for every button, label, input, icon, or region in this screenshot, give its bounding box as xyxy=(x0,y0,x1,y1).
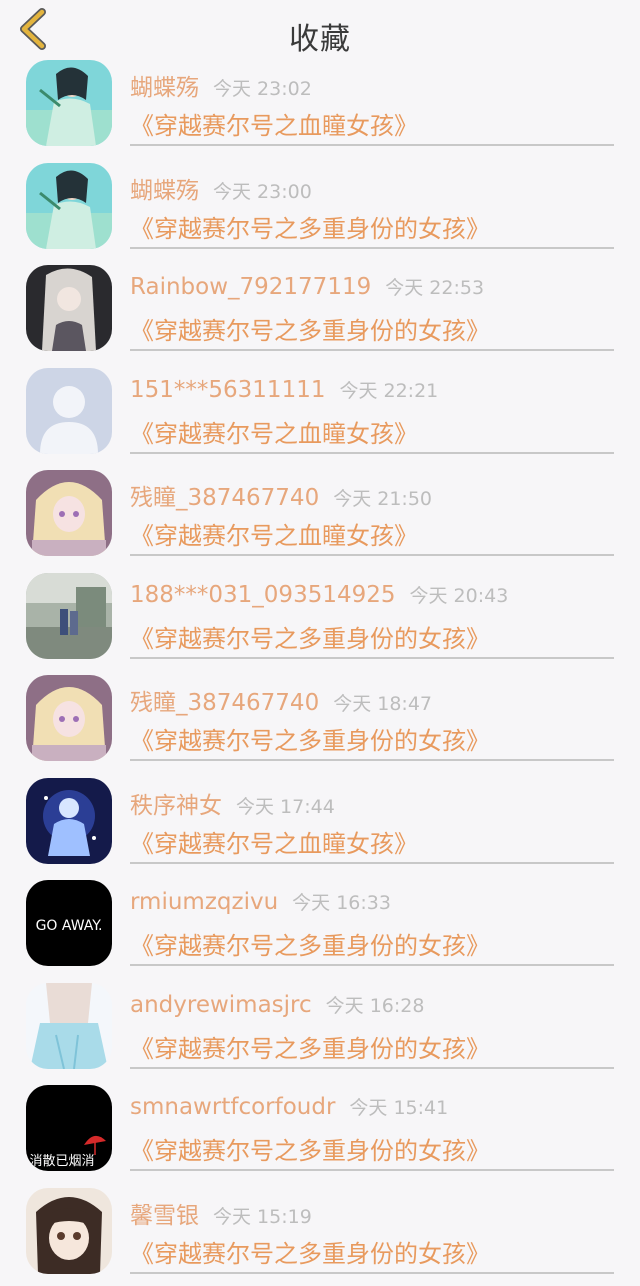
timestamp: 今天 17:44 xyxy=(236,796,335,818)
meta-row: Rainbow_792177119 今天 22:53 xyxy=(130,273,484,300)
avatar[interactable]: GO AWAY. xyxy=(26,880,112,966)
timestamp: 今天 16:28 xyxy=(326,995,425,1017)
user-name[interactable]: 残瞳_387467740 xyxy=(130,690,319,716)
divider xyxy=(130,452,614,454)
list-item[interactable]: 151***56311111 今天 22:21 《穿越赛尔号之血瞳女孩》 xyxy=(0,364,640,467)
list-item[interactable]: 188***031_093514925 今天 20:43 《穿越赛尔号之多重身份的… xyxy=(0,569,640,672)
page-title: 收藏 xyxy=(0,14,640,58)
meta-row: andyrewimasjrc 今天 16:28 xyxy=(130,991,424,1018)
avatar-text: GO AWAY. xyxy=(36,918,103,934)
favorites-list: 蝴蝶殇今天 23:02 《穿越赛尔号之血瞳女孩》 蝴蝶殇今天 23:00 《穿越… xyxy=(0,56,640,1286)
avatar[interactable] xyxy=(26,470,112,556)
divider xyxy=(130,349,614,351)
divider xyxy=(130,1169,614,1171)
user-name[interactable]: 151***56311111 xyxy=(130,377,325,403)
list-item[interactable]: 秩序神女今天 17:44 《穿越赛尔号之血瞳女孩》 xyxy=(0,774,640,877)
book-title[interactable]: 《穿越赛尔号之多重身份的女孩》 xyxy=(130,311,490,346)
timestamp: 今天 22:21 xyxy=(339,380,438,402)
avatar[interactable] xyxy=(26,368,112,454)
book-title[interactable]: 《穿越赛尔号之多重身份的女孩》 xyxy=(130,209,490,244)
meta-row: 蝴蝶殇今天 23:02 xyxy=(130,68,312,102)
timestamp: 今天 21:50 xyxy=(333,488,432,510)
meta-row: 馨雪银今天 15:19 xyxy=(130,1196,312,1230)
timestamp: 今天 16:33 xyxy=(292,892,391,914)
avatar[interactable] xyxy=(26,983,112,1069)
timestamp: 今天 20:43 xyxy=(410,585,509,607)
default-person-icon xyxy=(26,368,112,454)
user-name[interactable]: 蝴蝶殇 xyxy=(130,178,199,204)
timestamp: 今天 22:53 xyxy=(385,277,484,299)
book-title[interactable]: 《穿越赛尔号之血瞳女孩》 xyxy=(130,516,418,551)
timestamp: 今天 18:47 xyxy=(333,693,432,715)
avatar[interactable] xyxy=(26,265,112,351)
divider xyxy=(130,554,614,556)
book-title[interactable]: 《穿越赛尔号之多重身份的女孩》 xyxy=(130,1234,490,1269)
list-item[interactable]: 蝴蝶殇今天 23:00 《穿越赛尔号之多重身份的女孩》 xyxy=(0,159,640,262)
timestamp: 今天 23:02 xyxy=(213,78,312,100)
divider xyxy=(130,964,614,966)
list-item[interactable]: 馨雪银今天 15:19 《穿越赛尔号之多重身份的女孩》 xyxy=(0,1184,640,1286)
avatar[interactable] xyxy=(26,1188,112,1274)
timestamp: 今天 23:00 xyxy=(213,181,312,203)
list-item[interactable]: andyrewimasjrc 今天 16:28 《穿越赛尔号之多重身份的女孩》 xyxy=(0,979,640,1082)
divider xyxy=(130,1067,614,1069)
avatar[interactable] xyxy=(26,778,112,864)
list-item[interactable]: 残瞳_387467740 今天 18:47 《穿越赛尔号之多重身份的女孩》 xyxy=(0,671,640,774)
avatar[interactable] xyxy=(26,573,112,659)
book-title[interactable]: 《穿越赛尔号之多重身份的女孩》 xyxy=(130,1029,490,1064)
meta-row: 秩序神女今天 17:44 xyxy=(130,786,335,820)
meta-row: 残瞳_387467740 今天 18:47 xyxy=(130,683,432,717)
book-title[interactable]: 《穿越赛尔号之多重身份的女孩》 xyxy=(130,926,490,961)
list-item[interactable]: 残瞳_387467740 今天 21:50 《穿越赛尔号之血瞳女孩》 xyxy=(0,466,640,569)
list-item[interactable]: 消散已烟消 smnawrtfcorfoudr 今天 15:41 《穿越赛尔号之多重… xyxy=(0,1081,640,1184)
nav-bar: 收藏 xyxy=(0,0,640,56)
divider xyxy=(130,247,614,249)
meta-row: 残瞳_387467740 今天 21:50 xyxy=(130,478,432,512)
meta-row: rmiumzqzivu 今天 16:33 xyxy=(130,888,391,915)
avatar[interactable]: 消散已烟消 xyxy=(26,1085,112,1171)
book-title[interactable]: 《穿越赛尔号之血瞳女孩》 xyxy=(130,824,418,859)
avatar-text: 消散已烟消 xyxy=(29,1154,94,1169)
divider xyxy=(130,144,614,146)
divider xyxy=(130,759,614,761)
meta-row: 151***56311111 今天 22:21 xyxy=(130,376,438,403)
list-item[interactable]: Rainbow_792177119 今天 22:53 《穿越赛尔号之多重身份的女孩… xyxy=(0,261,640,364)
user-name[interactable]: 馨雪银 xyxy=(130,1203,199,1229)
list-item[interactable]: GO AWAY. rmiumzqzivu 今天 16:33 《穿越赛尔号之多重身份… xyxy=(0,876,640,979)
user-name[interactable]: Rainbow_792177119 xyxy=(130,274,371,300)
book-title[interactable]: 《穿越赛尔号之血瞳女孩》 xyxy=(130,414,418,449)
user-name[interactable]: smnawrtfcorfoudr xyxy=(130,1094,335,1120)
user-name[interactable]: andyrewimasjrc xyxy=(130,992,312,1018)
user-name[interactable]: 蝴蝶殇 xyxy=(130,75,199,101)
timestamp: 今天 15:19 xyxy=(213,1206,312,1228)
divider xyxy=(130,657,614,659)
user-name[interactable]: 188***031_093514925 xyxy=(130,582,396,608)
meta-row: 蝴蝶殇今天 23:00 xyxy=(130,171,312,205)
avatar[interactable] xyxy=(26,163,112,249)
meta-row: smnawrtfcorfoudr 今天 15:41 xyxy=(130,1093,448,1120)
book-title[interactable]: 《穿越赛尔号之多重身份的女孩》 xyxy=(130,721,490,756)
book-title[interactable]: 《穿越赛尔号之多重身份的女孩》 xyxy=(130,1131,490,1166)
book-title[interactable]: 《穿越赛尔号之血瞳女孩》 xyxy=(130,106,418,141)
user-name[interactable]: 残瞳_387467740 xyxy=(130,485,319,511)
meta-row: 188***031_093514925 今天 20:43 xyxy=(130,581,508,608)
avatar[interactable] xyxy=(26,60,112,146)
book-title[interactable]: 《穿越赛尔号之多重身份的女孩》 xyxy=(130,619,490,654)
user-name[interactable]: rmiumzqzivu xyxy=(130,889,278,915)
user-name[interactable]: 秩序神女 xyxy=(130,793,222,819)
avatar[interactable] xyxy=(26,675,112,761)
timestamp: 今天 15:41 xyxy=(349,1097,448,1119)
divider xyxy=(130,862,614,864)
list-item[interactable]: 蝴蝶殇今天 23:02 《穿越赛尔号之血瞳女孩》 xyxy=(0,56,640,159)
divider xyxy=(130,1272,614,1274)
